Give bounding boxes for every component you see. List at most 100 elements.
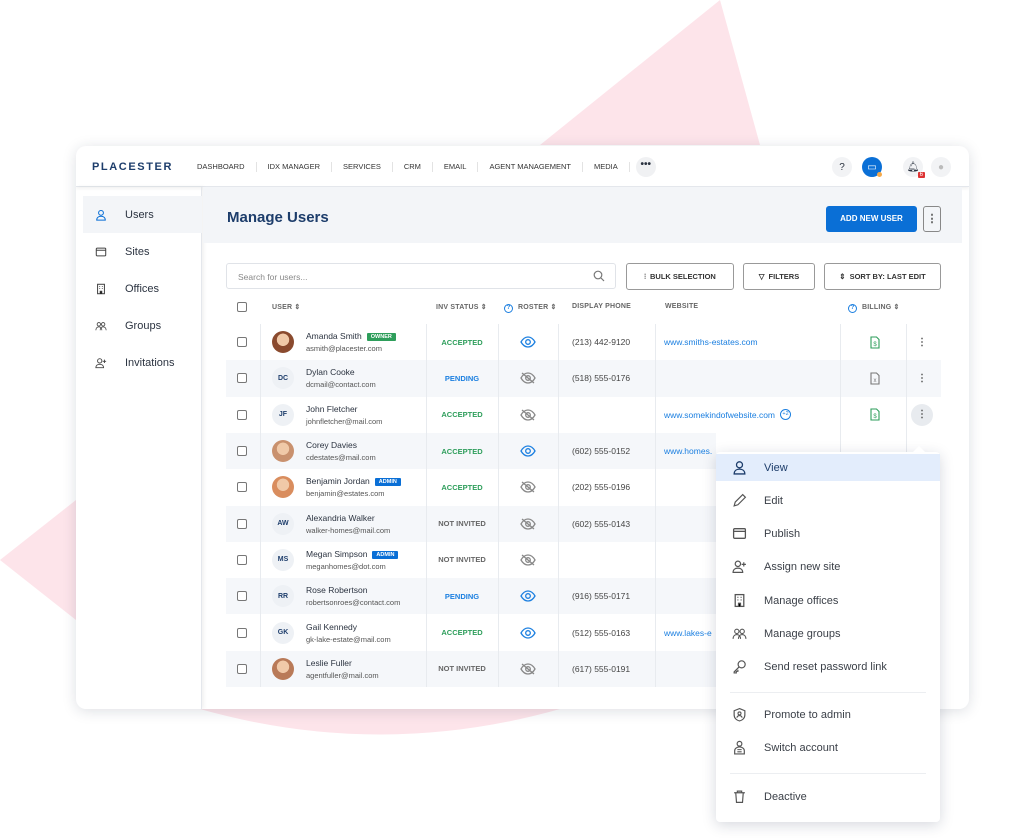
menu-item-manage-offices[interactable]: Manage offices xyxy=(716,587,940,614)
menu-item-assign-new-site[interactable]: Assign new site xyxy=(716,553,940,580)
sort-icon[interactable]: ⇕ xyxy=(292,304,300,311)
eye-icon[interactable] xyxy=(520,433,536,469)
eye-off-icon[interactable] xyxy=(520,506,536,542)
eye-icon[interactable] xyxy=(520,614,536,650)
row-checkbox[interactable] xyxy=(237,554,247,565)
eye-off-icon[interactable] xyxy=(520,469,536,505)
menu-item-edit[interactable]: Edit xyxy=(716,487,940,514)
search-input[interactable]: Search for users... xyxy=(226,263,616,289)
website-link[interactable]: www.lakes-e xyxy=(664,614,712,650)
invoice-unpaid-icon[interactable]: x xyxy=(870,360,880,396)
eye-icon[interactable] xyxy=(520,324,536,360)
sort-icon[interactable]: ⇕ xyxy=(479,304,487,311)
avatar: AW xyxy=(272,512,294,535)
menu-item-deactive[interactable]: Deactive xyxy=(716,783,940,810)
row-checkbox[interactable] xyxy=(237,663,247,674)
user-name[interactable]: Alexandria Walker xyxy=(306,513,390,523)
menu-item-send-reset-password-link[interactable]: Send reset password link xyxy=(716,653,940,680)
nav-dashboard[interactable]: DASHBOARD xyxy=(186,161,257,172)
nav-email[interactable]: EMAIL xyxy=(433,161,479,172)
sidebar-item-users[interactable]: Users xyxy=(83,196,202,233)
user-plus-icon xyxy=(732,559,755,574)
row-actions-button[interactable]: ⋮ xyxy=(911,403,933,426)
website-link[interactable]: www.smiths-estates.com xyxy=(664,324,758,360)
row-actions-button[interactable]: ⋮ xyxy=(911,331,933,353)
menu-item-view[interactable]: View xyxy=(716,454,940,481)
row-checkbox[interactable] xyxy=(237,482,247,493)
sidebar-item-invitations[interactable]: Invitations xyxy=(83,344,202,381)
website-link[interactable]: www.homes. xyxy=(664,433,712,469)
more-options-button[interactable]: ⋮ xyxy=(923,206,941,232)
row-checkbox[interactable] xyxy=(237,409,247,420)
user-name[interactable]: Amanda Smith OWNER xyxy=(306,331,396,342)
eye-off-icon[interactable] xyxy=(520,542,536,578)
row-checkbox[interactable] xyxy=(237,373,247,384)
user-name[interactable]: Rose Robertson xyxy=(306,585,400,595)
eye-icon[interactable] xyxy=(520,578,536,614)
row-actions-button[interactable]: ⋮ xyxy=(911,367,933,389)
nav-media[interactable]: MEDIA xyxy=(583,161,630,172)
invoice-paid-icon[interactable]: $ xyxy=(870,324,880,360)
user-icon xyxy=(732,460,755,475)
nav-crm[interactable]: CRM xyxy=(393,161,433,172)
menu-item-publish[interactable]: Publish xyxy=(716,520,940,547)
sidebar-item-label: Users xyxy=(125,208,154,221)
pencil-icon xyxy=(732,493,755,508)
user-name[interactable]: Gail Kennedy xyxy=(306,622,391,632)
help-icon[interactable]: ? xyxy=(504,304,518,313)
sort-icon[interactable]: ⇕ xyxy=(891,304,900,311)
user-email: cdestates@mail.com xyxy=(306,453,376,463)
column-header-inv-status[interactable]: INV STATUS ⇕ xyxy=(436,303,487,311)
column-header-roster[interactable]: ? ROSTER ⇕ xyxy=(504,303,557,313)
help-icon[interactable]: ? xyxy=(848,304,862,313)
sort-icon[interactable]: ⇕ xyxy=(548,304,557,311)
invoice-paid-icon[interactable]: $ xyxy=(870,397,880,433)
column-header-user[interactable]: USER ⇕ xyxy=(272,303,300,311)
row-checkbox[interactable] xyxy=(237,627,247,638)
bell-icon[interactable]: 🔔︎ 6 xyxy=(903,157,925,178)
avatar-icon[interactable]: ● xyxy=(931,157,951,177)
user-name[interactable]: Benjamin Jordan ADMIN xyxy=(306,476,401,487)
user-name[interactable]: Megan Simpson ADMIN xyxy=(306,549,399,559)
eye-off-icon[interactable] xyxy=(520,651,536,687)
logo[interactable]: PLACESTER xyxy=(92,161,173,173)
menu-item-manage-groups[interactable]: Manage groups xyxy=(716,620,940,647)
user-name[interactable]: John Fletcher xyxy=(306,404,382,414)
user-name[interactable]: Dylan Cooke xyxy=(306,367,376,377)
select-all-checkbox[interactable] xyxy=(237,302,247,312)
help-icon[interactable]: ? xyxy=(832,157,852,177)
display-phone: (202) 555-0196 xyxy=(572,482,631,493)
nav-agent-management[interactable]: AGENT MANAGEMENT xyxy=(478,161,583,172)
row-checkbox[interactable] xyxy=(237,446,247,457)
sidebar-item-offices[interactable]: Offices xyxy=(83,270,202,307)
user-name[interactable]: Corey Davies xyxy=(306,440,376,450)
eye-off-icon[interactable] xyxy=(520,397,536,433)
bulk-selection-button[interactable]: ⫶ BULK SELECTION xyxy=(626,263,734,290)
user-email: benjamin@estates.com xyxy=(306,489,385,499)
website-link[interactable]: www.somekindofwebsite.com +2 xyxy=(664,397,792,433)
user-email: dcmail@contact.com xyxy=(306,380,376,390)
user-email: agentfuller@mail.com xyxy=(306,670,379,680)
filters-button[interactable]: ▽ FILTERS xyxy=(743,263,815,290)
row-checkbox[interactable] xyxy=(237,337,247,348)
sidebar-item-label: Groups xyxy=(125,319,162,332)
user-email: johnfletcher@mail.com xyxy=(306,416,383,426)
row-checkbox[interactable] xyxy=(237,591,247,602)
menu-item-promote-to-admin[interactable]: Promote to admin xyxy=(716,701,940,728)
chat-icon[interactable]: ▭ xyxy=(862,157,882,177)
more-websites-badge[interactable]: +2 xyxy=(780,409,792,421)
add-new-user-button[interactable]: ADD NEW USER xyxy=(826,206,917,232)
nav-services[interactable]: SERVICES xyxy=(332,161,393,172)
sidebar-item-sites[interactable]: Sites xyxy=(83,233,202,270)
user-name[interactable]: Leslie Fuller xyxy=(306,658,379,668)
column-divider xyxy=(558,324,559,687)
more-nav-button[interactable]: ••• xyxy=(635,156,656,177)
column-header-billing[interactable]: ? BILLING ⇕ xyxy=(848,303,900,313)
sort-button[interactable]: ⇕ SORT BY: LAST EDIT xyxy=(824,263,941,290)
menu-item-switch-account[interactable]: Switch account xyxy=(716,734,940,761)
row-checkbox[interactable] xyxy=(237,518,247,529)
sidebar-item-groups[interactable]: Groups xyxy=(83,307,202,344)
nav-idx-manager[interactable]: IDX MANAGER xyxy=(257,161,333,172)
eye-off-icon[interactable] xyxy=(520,360,536,396)
table-row: RR Rose Robertson robertsonroes@contact.co… xyxy=(226,578,716,615)
